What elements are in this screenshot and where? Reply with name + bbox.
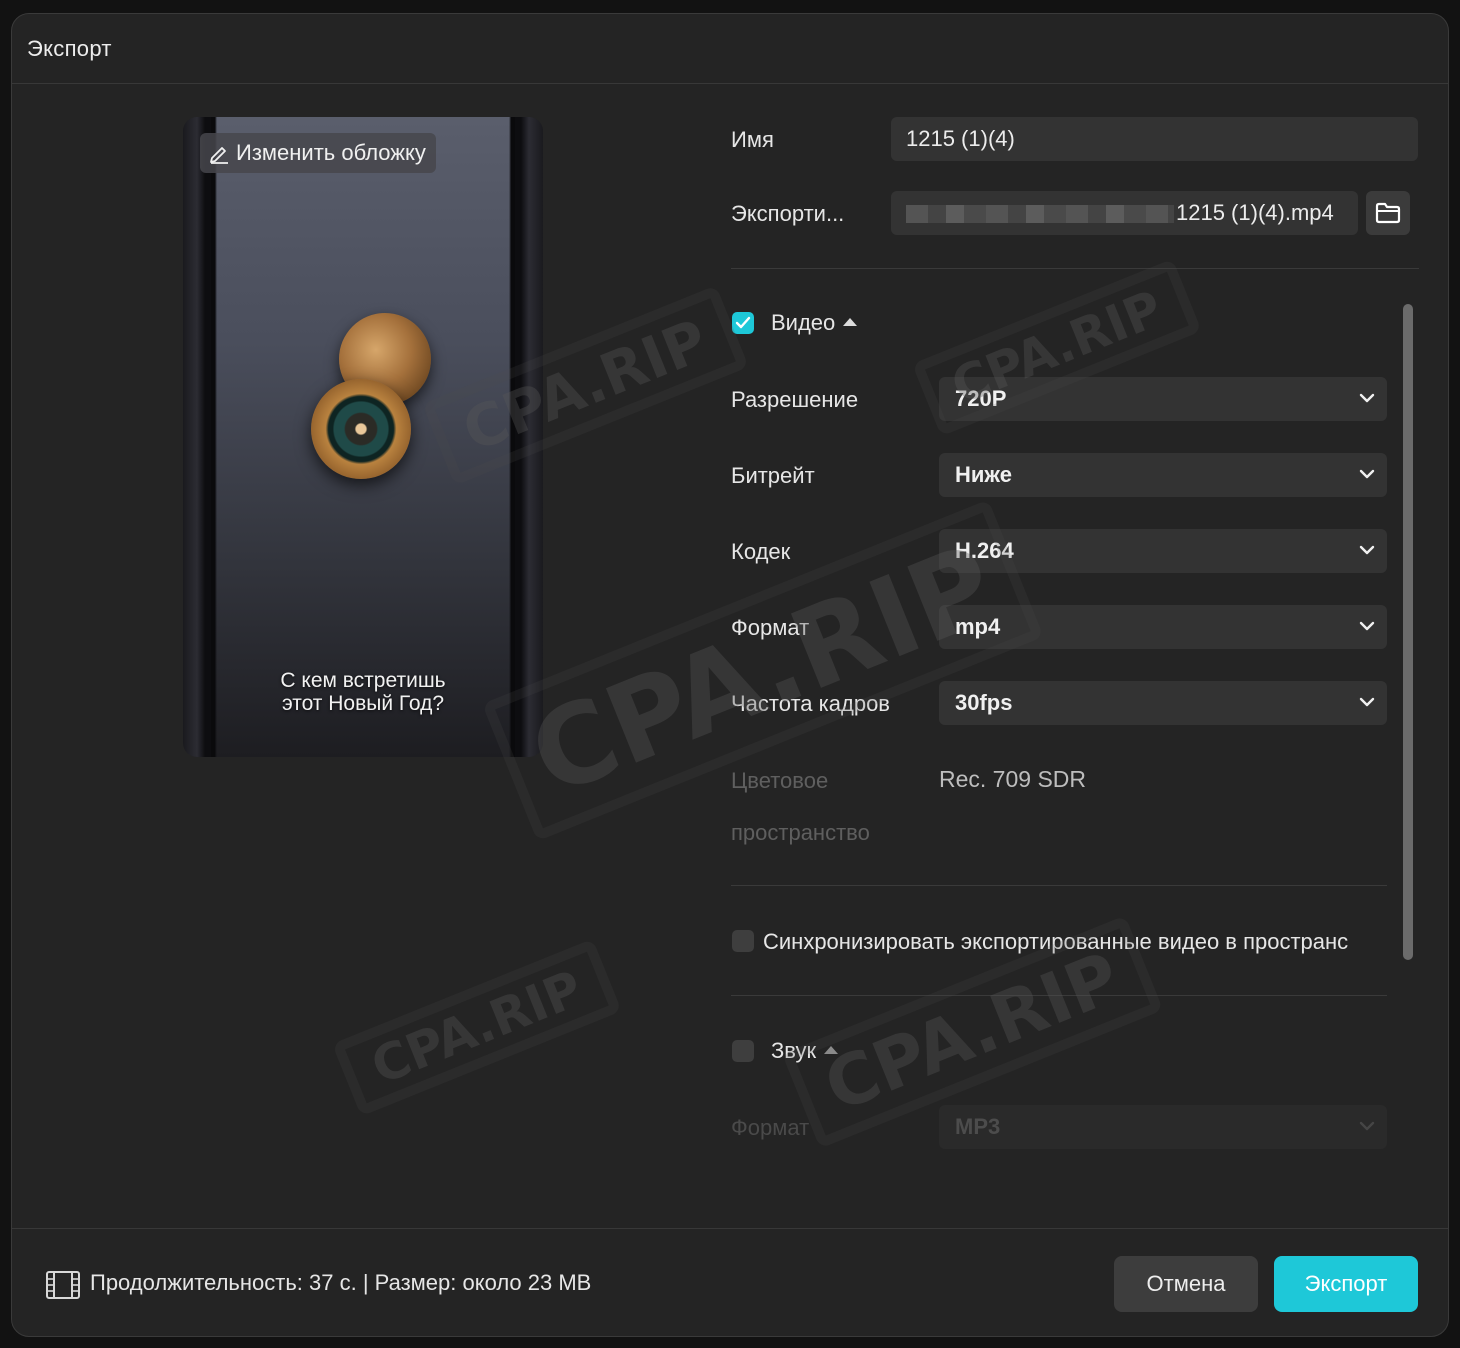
audio-format-value: MP3 — [955, 1114, 1001, 1139]
duration-size-info: Продолжительность: 37 с. | Размер: около… — [90, 1270, 592, 1295]
door-strip — [211, 117, 215, 757]
caption-line: этот Новый Год? — [281, 692, 445, 715]
framerate-label: Частота кадров — [731, 691, 890, 716]
framerate-value: 30fps — [955, 690, 1013, 715]
change-cover-label: Изменить обложку — [236, 140, 426, 165]
dialog-title: Экспорт — [27, 36, 112, 61]
browse-folder-button[interactable] — [1366, 191, 1410, 235]
chevron-down-icon — [1359, 393, 1375, 403]
sync-label[interactable]: Синхронизировать экспортированные видео … — [763, 929, 1419, 955]
colorspace-label: Цветовое — [731, 768, 829, 793]
chevron-down-icon — [1359, 469, 1375, 479]
colorspace-label-line2: пространство — [731, 820, 870, 845]
audio-section-toggle[interactable]: Звук — [771, 1038, 839, 1064]
format-select[interactable]: mp4 — [939, 605, 1387, 649]
format-label: Формат — [731, 615, 810, 640]
name-input[interactable]: 1215 (1)(4) — [891, 117, 1418, 161]
audio-checkbox[interactable] — [732, 1040, 754, 1062]
audio-format-label: Формат — [731, 1115, 810, 1140]
resolution-select[interactable]: 720P — [939, 377, 1387, 421]
video-section-label: Видео — [771, 310, 836, 335]
resolution-label: Разрешение — [731, 387, 859, 412]
format-value: mp4 — [955, 614, 1001, 639]
film-icon — [46, 1271, 80, 1299]
collapse-up-icon — [843, 318, 858, 327]
collapse-up-icon — [824, 1046, 839, 1055]
sync-checkbox[interactable] — [732, 930, 754, 952]
cancel-button[interactable]: Отмена — [1114, 1256, 1258, 1312]
bitrate-value: Ниже — [955, 462, 1012, 487]
codec-select[interactable]: H.264 — [939, 529, 1387, 573]
audio-section-label: Звук — [771, 1038, 817, 1063]
export-path-field[interactable]: 1215 (1)(4).mp4 — [891, 191, 1358, 235]
change-cover-button[interactable]: Изменить обложку — [200, 133, 436, 173]
divider — [731, 885, 1387, 886]
divider — [731, 995, 1387, 996]
scrollbar[interactable] — [1403, 304, 1413, 960]
chevron-down-icon — [1359, 545, 1375, 555]
audio-format-select: MP3 — [939, 1105, 1387, 1149]
check-icon — [735, 316, 751, 329]
cover-preview: Изменить обложку С кем встретишь этот Но… — [183, 117, 543, 757]
export-dialog: Экспорт Изменить обложку С кем встретишь… — [11, 13, 1449, 1337]
name-label: Имя — [731, 127, 774, 152]
peephole-lens-image — [311, 379, 411, 479]
codec-label: Кодек — [731, 539, 791, 564]
framerate-select[interactable]: 30fps — [939, 681, 1387, 725]
chevron-down-icon — [1359, 621, 1375, 631]
folder-icon — [1375, 202, 1401, 224]
name-value: 1215 (1)(4) — [906, 126, 1015, 151]
export-path-label: Экспорти... — [731, 201, 845, 226]
divider — [731, 268, 1419, 269]
preview-caption: С кем встретишь этот Новый Год? — [183, 669, 543, 715]
bitrate-label: Битрейт — [731, 463, 815, 488]
bitrate-select[interactable]: Ниже — [939, 453, 1387, 497]
colorspace-value: Rec. 709 SDR — [939, 766, 1087, 792]
video-section-toggle[interactable]: Видео — [771, 310, 858, 336]
watermark: CPA.RIP — [332, 938, 622, 1117]
edit-icon — [210, 147, 228, 164]
resolution-value: 720P — [955, 386, 1007, 411]
dialog-titlebar: Экспорт — [12, 14, 1448, 84]
blurred-path — [906, 205, 1174, 224]
codec-value: H.264 — [955, 538, 1014, 563]
export-path-value: 1215 (1)(4).mp4 — [1176, 200, 1334, 225]
caption-line: С кем встретишь — [280, 669, 446, 692]
door-strip — [511, 117, 515, 757]
video-checkbox[interactable] — [732, 312, 754, 334]
export-button[interactable]: Экспорт — [1274, 1256, 1418, 1312]
chevron-down-icon — [1359, 1121, 1375, 1131]
chevron-down-icon — [1359, 697, 1375, 707]
